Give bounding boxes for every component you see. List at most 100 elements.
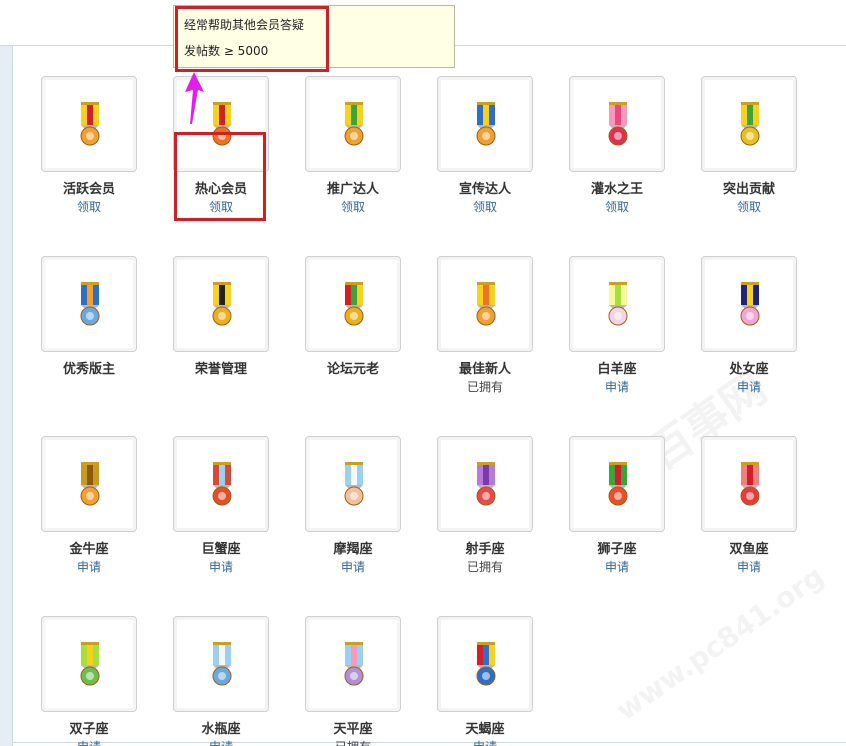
leo-medal-icon (608, 462, 628, 506)
medal-action-link[interactable]: 申请 (161, 558, 281, 575)
medal-action-link[interactable]: 申请 (557, 558, 677, 575)
medal-image-frame[interactable] (305, 436, 401, 532)
medal-card[interactable]: 灌水之王 领取 (569, 76, 665, 214)
medal-card[interactable]: 推广达人 领取 (305, 76, 401, 214)
medal-action-link[interactable]: 申请 (689, 558, 809, 575)
taurus-medal-icon (80, 462, 100, 506)
medal-card[interactable]: 优秀版主 (41, 256, 137, 381)
cancer-medal-icon (212, 462, 232, 506)
medal-card[interactable]: 天蝎座申请 (437, 616, 533, 746)
medal-name: 荣誉管理 (194, 362, 247, 377)
medal-card[interactable]: 巨蟹座 申请 (173, 436, 269, 574)
medal-action-link[interactable]: 领取 (29, 198, 149, 215)
medal-name: 金牛座 (69, 542, 109, 557)
medal-action-link[interactable]: 领取 (293, 198, 413, 215)
medal-ribbon-yellow-green-icon (344, 102, 364, 146)
medal-name: 摩羯座 (333, 542, 373, 557)
medal-ribbon-red-green-icon (344, 282, 364, 326)
medal-image-frame[interactable] (41, 76, 137, 172)
medal-name: 突出贡献 (722, 182, 775, 197)
medal-name: 天平座 (333, 722, 373, 737)
medal-image-frame[interactable] (305, 616, 401, 712)
medal-action-link[interactable]: 申请 (293, 558, 413, 575)
medal-name: 优秀版主 (62, 362, 115, 377)
medal-action-link[interactable]: 领取 (425, 198, 545, 215)
medal-image-frame[interactable] (41, 256, 137, 352)
medal-image-frame[interactable] (173, 616, 269, 712)
medal-action-link[interactable]: 申请 (689, 378, 809, 395)
aries-medal-icon (608, 282, 628, 326)
medal-image-frame[interactable] (701, 436, 797, 532)
medal-name: 天蝎座 (465, 722, 505, 737)
watermark-url: www.pc841.org (610, 559, 830, 728)
medal-image-frame[interactable] (701, 76, 797, 172)
medal-card[interactable]: 天平座已拥有 (305, 616, 401, 746)
medal-name: 水瓶座 (201, 722, 241, 737)
medal-image-frame[interactable] (437, 256, 533, 352)
pisces-medal-icon (740, 462, 760, 506)
medal-card[interactable]: 双子座申请 (41, 616, 137, 746)
medal-card[interactable]: 突出贡献 领取 (701, 76, 797, 214)
gemini-medal-icon (80, 642, 100, 686)
medal-action-link[interactable]: 领取 (689, 198, 809, 215)
medal-owned-status: 已拥有 (466, 380, 503, 394)
medal-image-frame[interactable] (437, 76, 533, 172)
medal-ribbon-yellow-orange-icon (476, 282, 496, 326)
medal-ribbon-star-green-icon (740, 102, 760, 146)
capricorn-medal-icon (344, 462, 364, 506)
medal-card[interactable]: 金牛座 申请 (41, 436, 137, 574)
medal-ribbon-black-yellow-icon (212, 282, 232, 326)
medal-card[interactable]: 摩羯座 申请 (305, 436, 401, 574)
medal-ribbon-blue-orange-icon (80, 282, 100, 326)
medal-ribbon-pink-icon (608, 102, 628, 146)
medal-action-link[interactable]: 领取 (557, 198, 677, 215)
medal-name: 双鱼座 (729, 542, 769, 557)
tooltip-highlight-box (175, 6, 329, 72)
medal-action-link[interactable]: 申请 (425, 738, 545, 746)
sagittarius-medal-icon (476, 462, 496, 506)
medal-card[interactable]: 荣誉管理 (173, 256, 269, 381)
scorpio-medal-icon (476, 642, 496, 686)
medal-card[interactable]: 白羊座 申请 (569, 256, 665, 394)
medal-name: 推广达人 (326, 182, 379, 197)
virgo-medal-icon (740, 282, 760, 326)
medal-card[interactable]: 水瓶座申请 (173, 616, 269, 746)
medal-name: 白羊座 (597, 362, 637, 377)
medal-image-frame[interactable] (173, 256, 269, 352)
medal-action-link[interactable]: 申请 (29, 738, 149, 746)
libra-medal-icon (344, 642, 364, 686)
medal-image-frame[interactable] (437, 436, 533, 532)
medal-card[interactable]: 狮子座 申请 (569, 436, 665, 574)
medal-card[interactable]: 最佳新人 已拥有 (437, 256, 533, 394)
medal-name: 双子座 (69, 722, 109, 737)
medal-card[interactable]: 双鱼座 申请 (701, 436, 797, 574)
medal-image-frame[interactable] (701, 256, 797, 352)
medal-image-frame[interactable] (305, 256, 401, 352)
medal-card[interactable]: 活跃会员 领取 (41, 76, 137, 214)
medal-image-frame[interactable] (437, 616, 533, 712)
medal-card[interactable]: 射手座 已拥有 (437, 436, 533, 574)
medal-owned-status: 已拥有 (466, 560, 503, 574)
medal-image-frame[interactable] (173, 436, 269, 532)
medal-image-frame[interactable] (569, 436, 665, 532)
pointer-arrow-icon (185, 72, 204, 124)
medal-image-frame[interactable] (41, 616, 137, 712)
medal-name: 宣传达人 (458, 182, 511, 197)
medal-name: 狮子座 (597, 542, 637, 557)
medal-card[interactable]: 处女座 申请 (701, 256, 797, 394)
medal-action-link[interactable]: 申请 (29, 558, 149, 575)
medal-action-link[interactable]: 申请 (161, 738, 281, 746)
medal-image-frame[interactable] (569, 256, 665, 352)
medal-highlight-box (174, 132, 266, 221)
medal-card[interactable]: 宣传达人 领取 (437, 76, 533, 214)
medal-name: 巨蟹座 (201, 542, 241, 557)
medal-owned-status: 已拥有 (293, 738, 413, 746)
medal-action-link[interactable]: 申请 (557, 378, 677, 395)
medal-image-frame[interactable] (305, 76, 401, 172)
left-rail (0, 46, 13, 746)
medal-image-frame[interactable] (569, 76, 665, 172)
medal-name: 射手座 (465, 542, 505, 557)
medal-image-frame[interactable] (41, 436, 137, 532)
medal-ribbon-red-orange-icon (80, 102, 100, 146)
medal-card[interactable]: 论坛元老 (305, 256, 401, 381)
